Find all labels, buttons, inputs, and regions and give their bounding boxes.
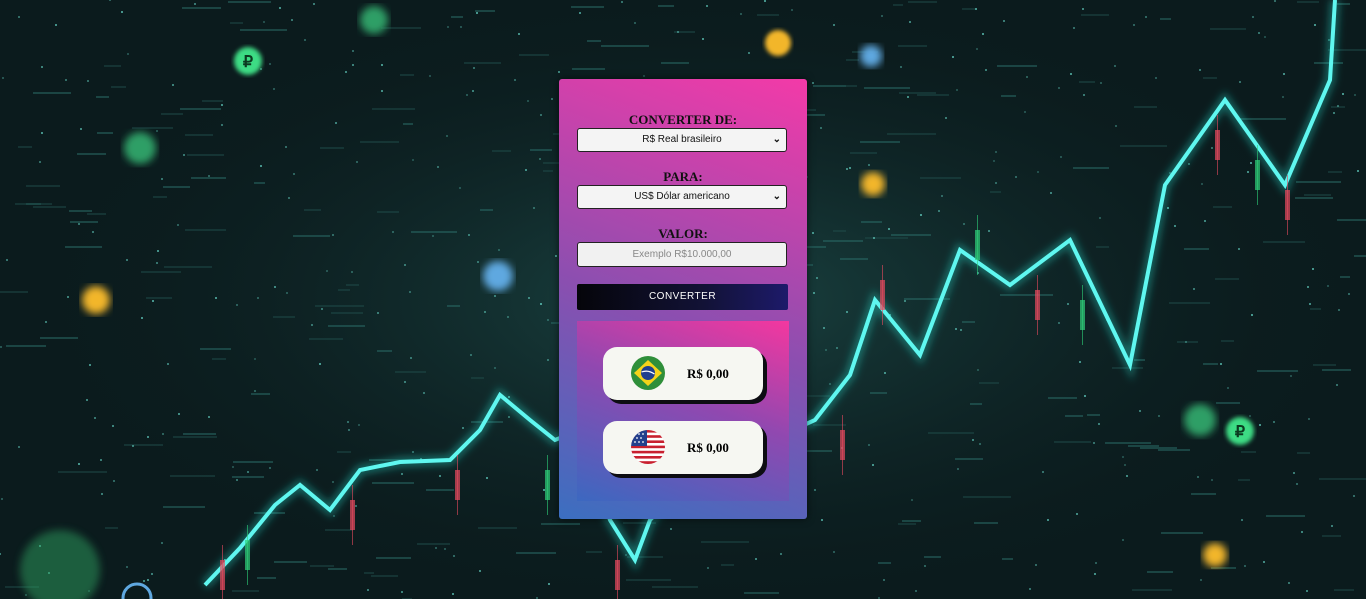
from-amount: R$ 0,00 [687,366,729,381]
to-result-pill: R$ 0,00 [603,421,763,474]
usa-flag-icon [631,430,665,464]
chevron-down-icon: ⌄ [772,134,781,145]
value-input[interactable]: Exemplo R$10.000,00 [577,242,787,267]
chevron-down-icon: ⌄ [772,191,781,202]
coin-icon: ₽ [1226,417,1254,445]
convert-button[interactable]: CONVERTER [577,284,788,310]
coin-icon: ₽ [234,47,262,75]
from-currency-select[interactable]: R$ Real brasileiro ⌄ [577,128,787,152]
value-label: VALOR: [658,226,708,241]
from-currency-value: R$ Real brasileiro [642,134,722,145]
from-label: CONVERTER DE: [628,112,738,127]
converter-card: CONVERTER DE: R$ Real brasileiro ⌄ PARA:… [559,79,807,519]
to-label: PARA: [663,169,703,184]
svg-text:₽: ₽ [1235,424,1245,441]
to-currency-select[interactable]: US$ Dólar americano ⌄ [577,185,787,209]
value-placeholder: Exemplo R$10.000,00 [632,249,732,260]
to-currency-value: US$ Dólar americano [634,191,730,202]
from-result-pill: R$ 0,00 [603,347,763,400]
to-amount: R$ 0,00 [687,440,729,455]
svg-text:₽: ₽ [243,54,253,71]
brazil-flag-icon [631,356,665,390]
result-panel: R$ 0,00 R$ 0,00 [577,321,789,501]
